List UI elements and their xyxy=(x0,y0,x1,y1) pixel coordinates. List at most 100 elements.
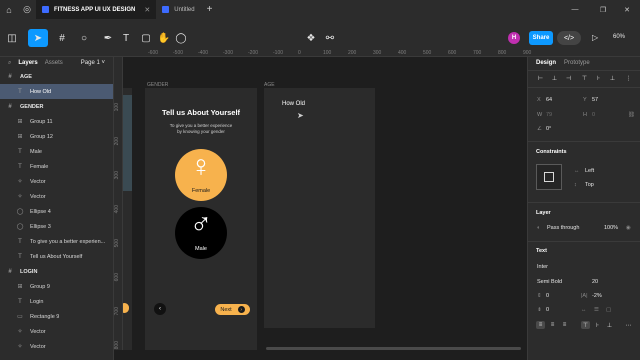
align-top-icon[interactable]: ⊤ xyxy=(580,74,589,82)
line-height-input[interactable]: 0 xyxy=(546,293,549,299)
layer-row[interactable]: T Male xyxy=(0,144,113,159)
fixed-size-icon[interactable]: ▢ xyxy=(606,307,611,313)
vertical-align-top-icon[interactable]: ⊤ xyxy=(581,321,590,329)
text-more-options-icon[interactable]: ⋯ xyxy=(624,321,633,329)
layer-row[interactable]: ✧ Vector xyxy=(0,189,113,204)
letter-spacing-input[interactable]: -2% xyxy=(592,293,602,299)
vertical-align-middle-icon[interactable]: ⊦ xyxy=(593,321,602,329)
tab-layers[interactable]: Layers xyxy=(18,60,37,66)
layer-row[interactable]: ◯ Ellipse 4 xyxy=(0,204,113,219)
layer-row[interactable]: ✧ Vector xyxy=(0,324,113,339)
page-selector[interactable]: Page 1 ˅ xyxy=(81,60,105,66)
align-vcenter-icon[interactable]: ⊦ xyxy=(594,74,603,82)
close-tab-icon[interactable]: ✕ xyxy=(144,6,150,14)
distribute-icon[interactable]: ⋮ xyxy=(624,74,633,82)
zoom-level[interactable]: 60% xyxy=(613,34,625,40)
layer-row[interactable]: ⊞ Group 12 xyxy=(0,129,113,144)
globe-icon[interactable]: ◎ xyxy=(18,0,36,19)
tab-prototype[interactable]: Prototype xyxy=(564,60,590,66)
layer-row[interactable]: T Login xyxy=(0,294,113,309)
shape-tool-icon[interactable]: ○ xyxy=(76,29,92,47)
blend-mode-select[interactable]: Pass through xyxy=(547,225,579,231)
tab-untitled[interactable]: Untitled xyxy=(156,0,200,19)
components-icon[interactable]: ❖ xyxy=(305,29,317,47)
vertical-align-bottom-icon[interactable]: ⊥ xyxy=(605,321,614,329)
horizontal-scrollbar[interactable] xyxy=(266,347,521,350)
maximize-icon[interactable]: ❐ xyxy=(590,0,616,19)
user-avatar[interactable]: H xyxy=(508,32,520,44)
comment-board-icon[interactable]: ▢ xyxy=(140,29,152,47)
align-left-icon[interactable]: ⊢ xyxy=(536,74,545,82)
layer-label: Vector xyxy=(30,343,46,350)
text-align-left-icon[interactable]: ≡ xyxy=(536,321,545,329)
ellipse-icon: ◯ xyxy=(16,224,24,230)
tab-design[interactable]: Design xyxy=(536,60,556,66)
how-old-text[interactable]: How Old xyxy=(282,101,305,107)
minimize-icon[interactable]: — xyxy=(562,0,588,19)
paragraph-spacing-input[interactable]: 0 xyxy=(546,307,549,313)
home-icon[interactable]: ⌂ xyxy=(0,0,18,19)
align-bottom-icon[interactable]: ⊥ xyxy=(608,74,617,82)
frame-tool-icon[interactable]: # xyxy=(54,29,70,47)
hand-tool-icon[interactable]: ✋ xyxy=(158,29,170,47)
tab-fitness-app[interactable]: FITNESS APP UI UX DESIGN ✕ xyxy=(36,0,157,19)
group-icon: ⊞ xyxy=(17,284,23,290)
layer-row[interactable]: T To give you a better experien... xyxy=(0,234,113,249)
close-window-icon[interactable]: ✕ xyxy=(614,0,640,19)
layer-row[interactable]: T How Old xyxy=(0,84,113,99)
x-input[interactable]: 64 xyxy=(546,97,552,103)
layer-row[interactable]: ⊞ Group 11 xyxy=(0,114,113,129)
opacity-input[interactable]: 100% xyxy=(604,225,618,231)
text-align-right-icon[interactable]: ≡ xyxy=(560,321,569,329)
gender-frame[interactable]: Tell us About Yourself To give you a bet… xyxy=(145,88,257,350)
layer-row[interactable]: ⊞ Group 9 xyxy=(0,279,113,294)
layer-row[interactable]: ▭ Rectangle 9 xyxy=(0,309,113,324)
dev-mode-toggle[interactable]: </> xyxy=(557,31,581,45)
vertical-constraint-select[interactable]: Top xyxy=(585,182,594,188)
text-align-center-icon[interactable]: ≡ xyxy=(548,321,557,329)
auto-width-icon[interactable]: ↔ xyxy=(581,307,587,313)
h-input[interactable]: 0 xyxy=(592,112,595,118)
layer-row[interactable]: ✧ Vector xyxy=(0,174,113,189)
present-icon[interactable]: ▷ xyxy=(592,33,598,42)
back-button[interactable]: ‹ xyxy=(154,303,166,315)
tab-assets[interactable]: Assets xyxy=(45,60,63,66)
layer-frame-row[interactable]: # LOGIN xyxy=(0,264,113,279)
new-tab-icon[interactable]: + xyxy=(201,0,219,19)
constrain-proportions-icon[interactable]: ⛓ xyxy=(628,112,635,118)
layer-row[interactable]: T Female xyxy=(0,159,113,174)
layer-row[interactable]: ✧ Vector xyxy=(0,339,113,354)
main-menu-icon[interactable]: ◫ xyxy=(4,29,20,47)
font-weight-select[interactable]: Semi Bold xyxy=(537,279,562,285)
figma-file-icon xyxy=(42,6,49,13)
w-input[interactable]: 79 xyxy=(546,112,552,118)
horizontal-constraint-select[interactable]: Left xyxy=(585,168,594,174)
font-family-select[interactable]: Inter xyxy=(537,264,548,270)
canvas[interactable]: GENDER Tell us About Yourself To give yo… xyxy=(123,57,527,350)
layer-frame-row[interactable]: # AGE xyxy=(0,69,113,84)
auto-height-icon[interactable]: ☰ xyxy=(594,307,599,313)
comment-tool-icon[interactable]: ◯ xyxy=(175,29,187,47)
link-icon[interactable]: ⚯ xyxy=(324,29,336,47)
align-hcenter-icon[interactable]: ⊥ xyxy=(550,74,559,82)
male-option[interactable]: ♂ Male xyxy=(175,207,227,259)
pen-tool-icon[interactable]: ✒ xyxy=(100,29,116,47)
constraint-widget[interactable] xyxy=(536,164,562,190)
y-input[interactable]: 57 xyxy=(592,97,598,103)
next-button[interactable]: Next › xyxy=(215,304,250,315)
layer-label: Rectangle 9 xyxy=(30,313,60,320)
age-frame[interactable]: How Old ➤ xyxy=(264,88,375,328)
share-button[interactable]: Share xyxy=(529,31,553,45)
rotation-input[interactable]: 0° xyxy=(546,126,551,132)
layer-frame-row[interactable]: # GENDER xyxy=(0,99,113,114)
layer-row[interactable]: ◯ Ellipse 3 xyxy=(0,219,113,234)
move-tool-icon[interactable]: ➤ xyxy=(28,29,48,47)
align-right-icon[interactable]: ⊣ xyxy=(564,74,573,82)
vertical-constraint-icon: ↕ xyxy=(574,182,577,188)
font-size-input[interactable]: 20 xyxy=(592,279,598,285)
female-option[interactable]: ♀ Female xyxy=(175,149,227,201)
search-icon[interactable]: ⌕ xyxy=(8,60,11,67)
layer-row[interactable]: T Tell us About Yourself xyxy=(0,249,113,264)
visibility-icon[interactable]: ◉ xyxy=(626,225,631,231)
text-tool-icon[interactable]: T xyxy=(120,29,132,47)
